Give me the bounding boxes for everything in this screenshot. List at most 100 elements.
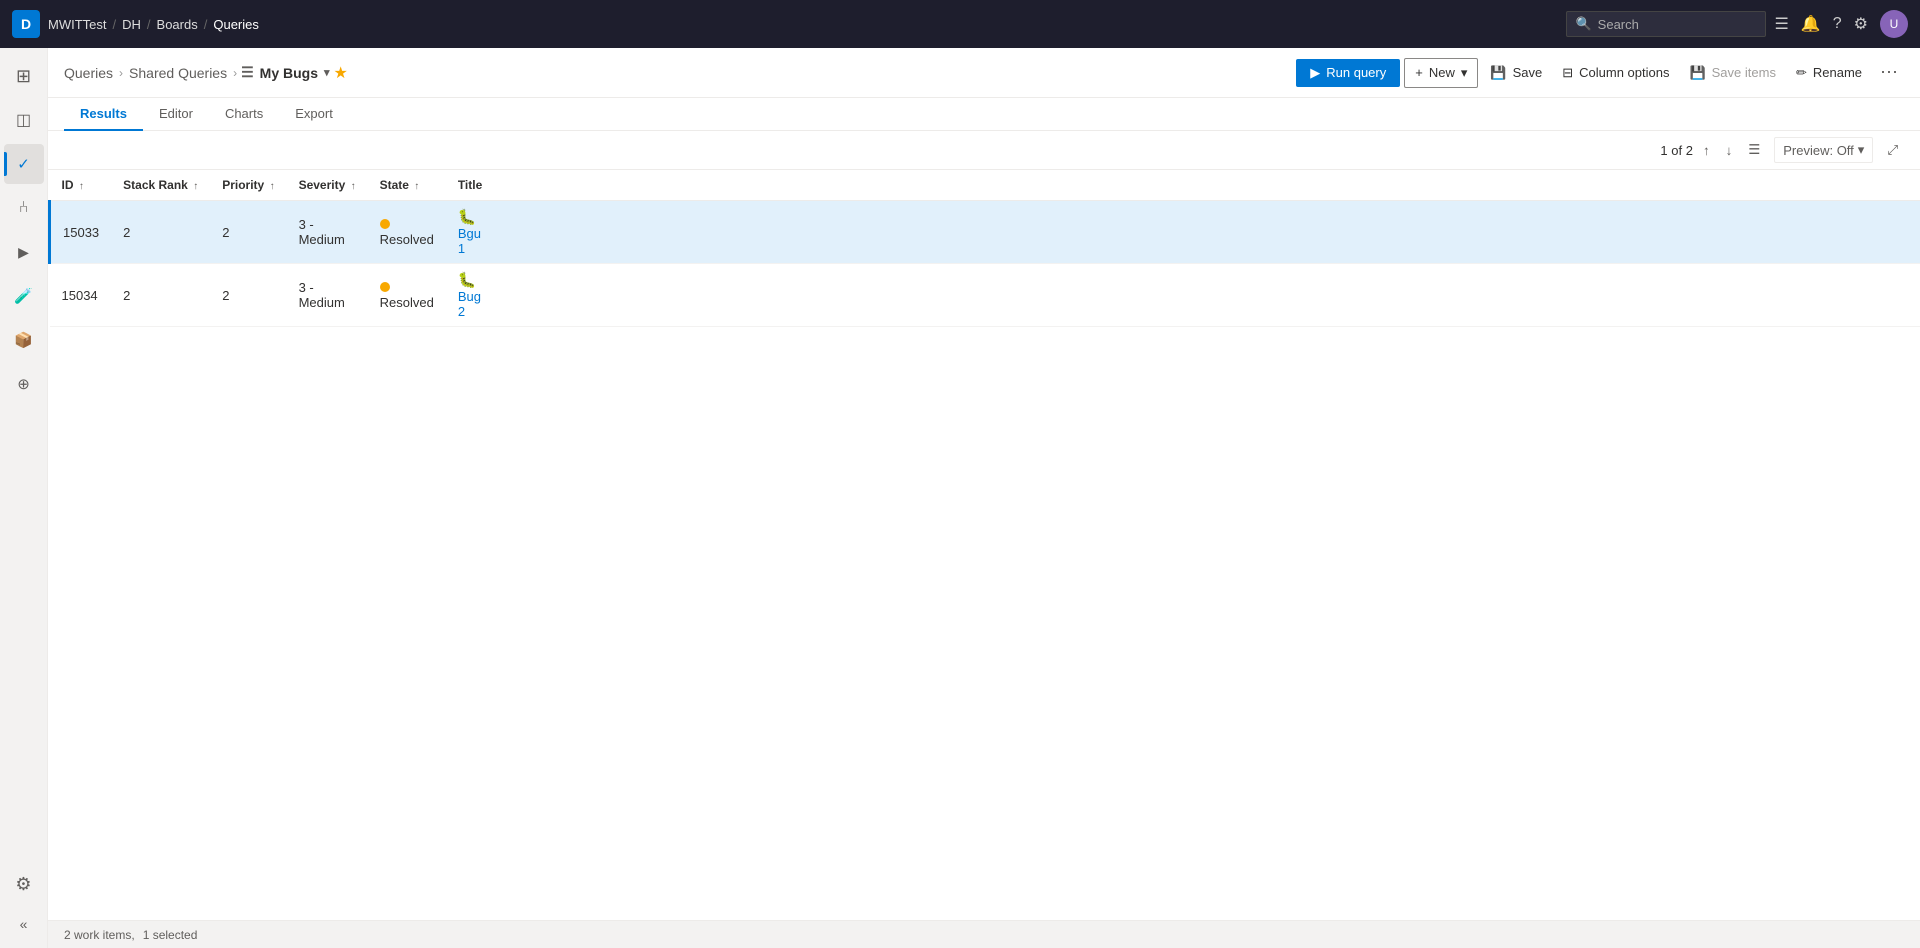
work-items-count: 2 work items, [64, 928, 135, 942]
expand-icon: ⤢ [1887, 142, 1898, 157]
sidebar-settings[interactable]: ⚙ [4, 864, 44, 904]
sidebar-item-extensions[interactable]: ⊕ [4, 364, 44, 404]
col-empty [494, 170, 1920, 201]
sort-severity-icon: ↑ [351, 181, 356, 192]
bug-icon: 🐛 [458, 209, 477, 226]
run-query-button[interactable]: ▶ Run query [1296, 59, 1400, 87]
run-icon: ▶ [1310, 65, 1320, 81]
save-button[interactable]: 💾 Save [1482, 59, 1550, 87]
cell-priority: 2 [210, 264, 286, 327]
pagination-up-button[interactable]: ↑ [1697, 139, 1716, 162]
search-box[interactable]: 🔍 Search [1566, 11, 1766, 37]
col-id[interactable]: ID ↑ [50, 170, 112, 201]
preview-chevron-icon: ▾ [1858, 142, 1865, 158]
query-results-table: ID ↑ Stack Rank ↑ Priority ↑ Severity [48, 170, 1920, 920]
sidebar-collapse-button[interactable]: « [4, 908, 44, 940]
main-layout: ⊞ ◫ ✓ ⑃ ▶ 🧪 📦 ⊕ ⚙ « [0, 48, 1920, 948]
state-dot [380, 219, 390, 229]
title-link[interactable]: Bgu 1 [458, 226, 481, 256]
breadcrumb-mwitTest[interactable]: MWITTest [48, 17, 107, 32]
table-row[interactable]: 15034 2 2 3 - Medium Resolved 🐛 Bug 2 [50, 264, 1920, 327]
save-icon: 💾 [1490, 65, 1506, 81]
sidebar-item-boards[interactable]: ◫ [4, 100, 44, 140]
query-dropdown-arrow[interactable]: ▾ [324, 66, 330, 79]
col-priority[interactable]: Priority ↑ [210, 170, 286, 201]
sort-state-icon: ↑ [414, 181, 419, 192]
sidebar-item-home[interactable]: ⊞ [4, 56, 44, 96]
sidebar-item-work-items[interactable]: ✓ [4, 144, 44, 184]
col-state[interactable]: State ↑ [368, 170, 446, 201]
sidebar-item-test-plans[interactable]: 🧪 [4, 276, 44, 316]
pagination-text: 1 of 2 [1660, 143, 1693, 158]
column-options-button[interactable]: ⊟ Column options [1554, 59, 1677, 87]
artifacts-icon: 📦 [14, 331, 33, 349]
expand-button[interactable]: ⤢ [1881, 138, 1904, 162]
col-title[interactable]: Title [446, 170, 494, 201]
col-stack-rank[interactable]: Stack Rank ↑ [111, 170, 210, 201]
columns-icon: ⊟ [1562, 65, 1573, 81]
pagination-down-button[interactable]: ↓ [1720, 139, 1739, 162]
cell-empty [494, 264, 1920, 327]
cell-id: 15034 [50, 264, 112, 327]
query-header: Queries › Shared Queries › ☰ My Bugs ▾ ★… [48, 48, 1920, 98]
preview-label: Preview: Off [1783, 143, 1854, 158]
breadcrumb-dh[interactable]: DH [122, 17, 141, 32]
notification-icon[interactable]: 🔔 [1801, 14, 1821, 34]
breadcrumb-boards[interactable]: Boards [157, 17, 198, 32]
top-nav: D MWITTest / DH / Boards / Queries 🔍 Sea… [0, 0, 1920, 48]
work-items-icon: ✓ [17, 155, 30, 173]
table-row[interactable]: 15033 2 2 3 - Medium Resolved 🐛 Bgu 1 [50, 201, 1920, 264]
save-items-button[interactable]: 💾 Save items [1681, 59, 1784, 87]
more-options-button[interactable]: ⋯ [1874, 56, 1904, 89]
rename-button[interactable]: ✏ Rename [1788, 59, 1870, 87]
cell-title[interactable]: 🐛 Bgu 1 [446, 201, 494, 264]
pipelines-icon: ▶ [18, 244, 29, 261]
title-link[interactable]: Bug 2 [458, 289, 481, 319]
list-icon[interactable]: ☰ [1774, 14, 1788, 34]
breadcrumb-shared-queries-link[interactable]: Shared Queries [129, 65, 227, 81]
tab-editor[interactable]: Editor [143, 98, 209, 131]
cell-empty [494, 201, 1920, 264]
settings-icon[interactable]: ⚙ [1854, 14, 1868, 34]
cell-id: 15033 [50, 201, 112, 264]
breadcrumb: MWITTest / DH / Boards / Queries [48, 17, 259, 32]
query-name-text: My Bugs [260, 65, 318, 81]
state-text: Resolved [380, 295, 434, 310]
col-severity[interactable]: Severity ↑ [287, 170, 368, 201]
cell-title[interactable]: 🐛 Bug 2 [446, 264, 494, 327]
sidebar-bottom: ⚙ « [4, 864, 44, 940]
avatar[interactable]: U [1880, 10, 1908, 38]
sidebar-item-artifacts[interactable]: 📦 [4, 320, 44, 360]
selected-count: 1 selected [143, 928, 198, 942]
bug-icon: 🐛 [458, 272, 477, 289]
bc-sep2: › [233, 66, 237, 80]
search-placeholder: Search [1598, 17, 1639, 32]
star-icon[interactable]: ★ [334, 63, 348, 83]
breadcrumb-queries[interactable]: Queries [213, 17, 259, 32]
sidebar-item-pipelines[interactable]: ▶ [4, 232, 44, 272]
pagination: 1 of 2 ↑ ↓ ☰ [1660, 138, 1766, 162]
test-plans-icon: 🧪 [14, 287, 33, 305]
query-title: ☰ My Bugs ▾ [241, 64, 329, 81]
sidebar-item-repos[interactable]: ⑃ [4, 188, 44, 228]
sort-priority-icon: ↑ [270, 181, 275, 192]
filter-button[interactable]: ☰ [1742, 138, 1766, 162]
cell-stack-rank: 2 [111, 201, 210, 264]
state-text: Resolved [380, 232, 434, 247]
tab-results[interactable]: Results [64, 98, 143, 131]
new-button[interactable]: + New ▾ [1404, 58, 1478, 88]
tab-export[interactable]: Export [279, 98, 349, 131]
content-area: Queries › Shared Queries › ☰ My Bugs ▾ ★… [48, 48, 1920, 948]
query-name-icon: ☰ [241, 64, 254, 81]
toolbar-row: 1 of 2 ↑ ↓ ☰ Preview: Off ▾ ⤢ [48, 131, 1920, 170]
boards-icon: ◫ [16, 110, 31, 130]
cell-state: Resolved [368, 264, 446, 327]
tab-charts[interactable]: Charts [209, 98, 279, 131]
help-icon[interactable]: ? [1833, 15, 1842, 33]
save-items-icon: 💾 [1689, 65, 1705, 81]
sidebar: ⊞ ◫ ✓ ⑃ ▶ 🧪 📦 ⊕ ⚙ « [0, 48, 48, 948]
app-logo[interactable]: D [12, 10, 40, 38]
tabs: Results Editor Charts Export [48, 98, 1920, 131]
preview-toggle[interactable]: Preview: Off ▾ [1774, 137, 1873, 163]
breadcrumb-queries-link[interactable]: Queries [64, 65, 113, 81]
